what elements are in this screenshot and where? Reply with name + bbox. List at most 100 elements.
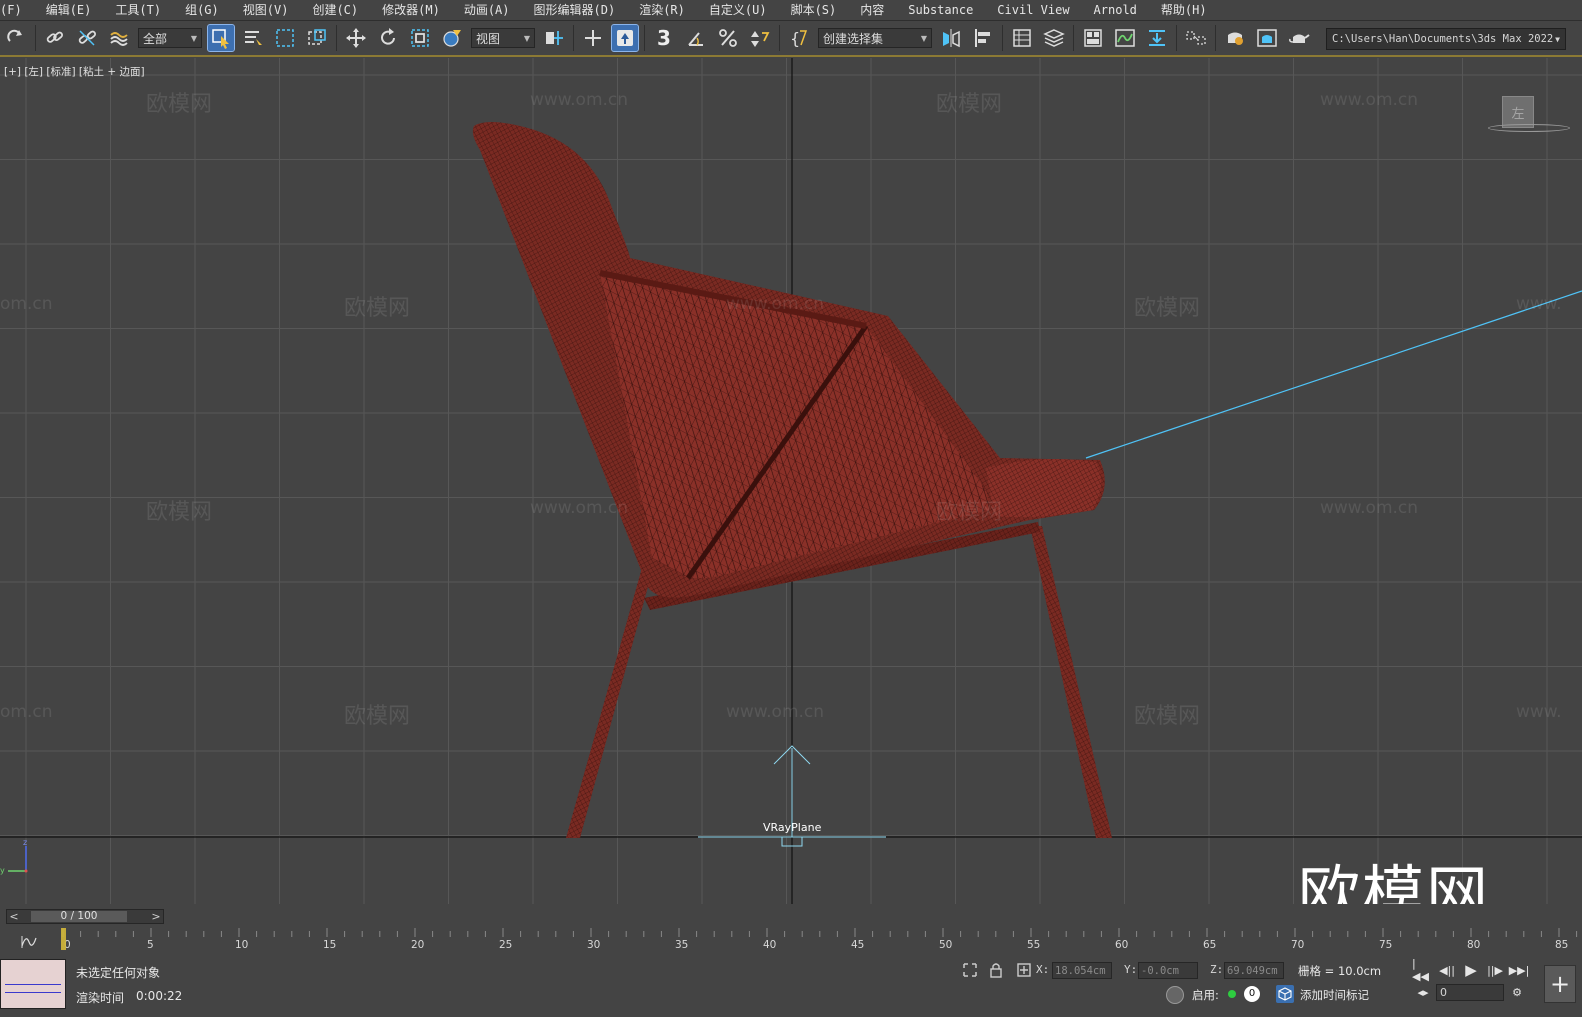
project-path-dropdown[interactable]: C:\Users\Han\Documents\3ds Max 2022 ▼ (1326, 28, 1566, 50)
align-button[interactable] (970, 25, 996, 51)
next-frame-button[interactable]: ||▶ (1486, 961, 1504, 979)
menu-tools[interactable]: 工具(T) (101, 0, 171, 20)
layer-explorer-button[interactable] (1041, 25, 1067, 51)
spinner-snap-button[interactable] (747, 25, 773, 51)
place-button[interactable] (439, 25, 465, 51)
isolate-selection-button[interactable] (962, 962, 978, 978)
goto-end-button[interactable]: ▶▶| (1509, 961, 1530, 979)
play-icon: ▶ (1465, 961, 1477, 979)
menu-arnold[interactable]: Arnold (1080, 0, 1147, 20)
bind-space-warp-button[interactable] (106, 25, 132, 51)
goto-start-button[interactable]: |◀◀ (1412, 957, 1430, 983)
menu-customize[interactable]: 自定义(U) (695, 0, 777, 20)
time-slider-track[interactable]: < 0 / 100 > (6, 909, 164, 924)
add-viewport-button[interactable]: + (1544, 965, 1576, 1003)
viewport-label-menu[interactable]: [+] [左] [标准] [粘土 + 边面] (4, 64, 145, 79)
previous-frame-button[interactable]: ◀|| (1438, 961, 1456, 979)
watermark-url: www.om.cn (1320, 90, 1419, 110)
time-tag-icon-button[interactable] (1276, 985, 1294, 1003)
move-button[interactable] (343, 25, 369, 51)
menu-civil-view[interactable]: Civil View (983, 0, 1079, 20)
chevron-down-icon: ▼ (523, 33, 530, 43)
enable-label: 启用: (1192, 988, 1219, 1002)
play-button[interactable]: ▶ (1462, 961, 1480, 979)
select-object-button[interactable] (207, 24, 235, 52)
menu-group[interactable]: 组(G) (171, 0, 229, 20)
track-bar[interactable]: 0 5 10 15 20 25 30 35 40 45 50 55 60 65 70 75 80 85 (0, 928, 1582, 956)
link-icon (46, 31, 63, 43)
time-configuration-button[interactable]: ⚙ (1508, 983, 1526, 1001)
current-frame-marker[interactable] (61, 928, 66, 950)
rect-selection-region-button[interactable] (272, 25, 298, 51)
mirror-button[interactable] (938, 25, 964, 51)
render-setup-button[interactable] (1222, 25, 1248, 51)
pivot-center-button[interactable] (541, 25, 567, 51)
align-icon (975, 29, 990, 47)
menu-animation[interactable]: 动画(A) (450, 0, 520, 20)
watermark-url: www.om.cn (530, 90, 629, 110)
menu-graph-editors[interactable]: 图形编辑器(D) (520, 0, 626, 20)
scene-explorer-button[interactable] (1009, 25, 1035, 51)
maxscript-mini-listener[interactable] (0, 959, 66, 1009)
watermark-text: 欧模网 (1134, 296, 1201, 321)
menu-scripting[interactable]: 脚本(S) (777, 0, 847, 20)
left-viewport[interactable]: [+] [左] [标准] [粘土 + 边面] 欧模网 www.om.cn 欧模网… (0, 58, 1582, 904)
curve-editor-button[interactable] (1112, 25, 1138, 51)
view-cube-ring[interactable] (1488, 124, 1570, 132)
render-production-button[interactable] (1286, 25, 1312, 51)
rotate-button[interactable] (375, 25, 401, 51)
reference-coordinate-dropdown[interactable]: 视图 ▼ (471, 28, 535, 48)
select-by-name-icon (245, 31, 262, 45)
chevron-right-icon[interactable]: > (149, 910, 163, 923)
frame-tick-label: 15 (323, 939, 336, 951)
menu-content[interactable]: 内容 (846, 0, 894, 20)
menu-edit[interactable]: 编辑(E) (32, 0, 102, 20)
select-manipulate-button[interactable] (580, 25, 606, 51)
menu-views[interactable]: 视图(V) (229, 0, 299, 20)
rect-selection-icon (276, 29, 294, 47)
space-warp-icon (110, 32, 128, 46)
menu-modifiers[interactable]: 修改器(M) (368, 0, 450, 20)
redo-button[interactable] (3, 25, 29, 51)
frame-ruler[interactable]: 0 5 10 15 20 25 30 35 40 45 50 55 60 65 70 75 80 85 (0, 928, 1582, 956)
link-button[interactable] (42, 25, 68, 51)
keyboard-shortcut-override-button[interactable] (611, 24, 639, 52)
snaps-toggle-button[interactable]: 3 (651, 25, 677, 51)
key-mode-toggle[interactable]: ◂▸ (1414, 983, 1432, 1001)
menu-file[interactable]: (F) (0, 0, 32, 20)
unlink-button[interactable] (74, 25, 100, 51)
watermark-url: om.cn (0, 294, 53, 314)
current-frame-field[interactable]: 0 (1436, 984, 1504, 1001)
y-coord-field[interactable]: -0.0cm (1138, 962, 1198, 979)
frame-tick-label: 85 (1555, 939, 1568, 951)
window-crossing-button[interactable] (304, 25, 330, 51)
selection-filter-dropdown[interactable]: 全部 ▼ (138, 28, 202, 48)
menu-create[interactable]: 创建(C) (298, 0, 368, 20)
select-by-name-button[interactable] (240, 25, 266, 51)
absolute-transform-button[interactable] (1016, 962, 1032, 978)
add-time-tag-button[interactable]: 添加时间标记 (1300, 987, 1369, 1003)
menu-help[interactable]: 帮助(H) (1147, 0, 1217, 20)
z-coord-field[interactable]: 69.049cm (1224, 962, 1284, 979)
percent-snap-button[interactable] (715, 25, 741, 51)
menu-rendering[interactable]: 渲染(R) (625, 0, 695, 20)
scale-button[interactable] (407, 25, 433, 51)
x-coord-field[interactable]: 18.054cm (1052, 962, 1112, 979)
y-coord-label: Y: (1124, 963, 1138, 976)
angle-snap-icon (688, 32, 703, 46)
angle-snap-button[interactable] (683, 25, 709, 51)
material-editor-button[interactable] (1183, 25, 1209, 51)
frame-tick-label: 20 (411, 939, 424, 951)
edit-named-selection-button[interactable]: { (786, 25, 812, 51)
toggle-ribbon-button[interactable] (1080, 25, 1106, 51)
chevron-left-icon[interactable]: < (7, 910, 21, 923)
menu-substance[interactable]: Substance (894, 0, 983, 20)
schematic-view-button[interactable] (1144, 25, 1170, 51)
adaptive-degradation-button[interactable] (1166, 986, 1184, 1004)
rendered-frame-window-button[interactable] (1254, 25, 1280, 51)
time-slider-handle[interactable]: 0 / 100 (31, 911, 127, 922)
selection-lock-button[interactable] (988, 962, 1004, 978)
named-selection-dropdown[interactable]: 创建选择集 ▼ (818, 28, 932, 48)
named-selection-value: 创建选择集 (823, 31, 884, 46)
enable-count-badge[interactable]: 0 (1244, 986, 1260, 1002)
